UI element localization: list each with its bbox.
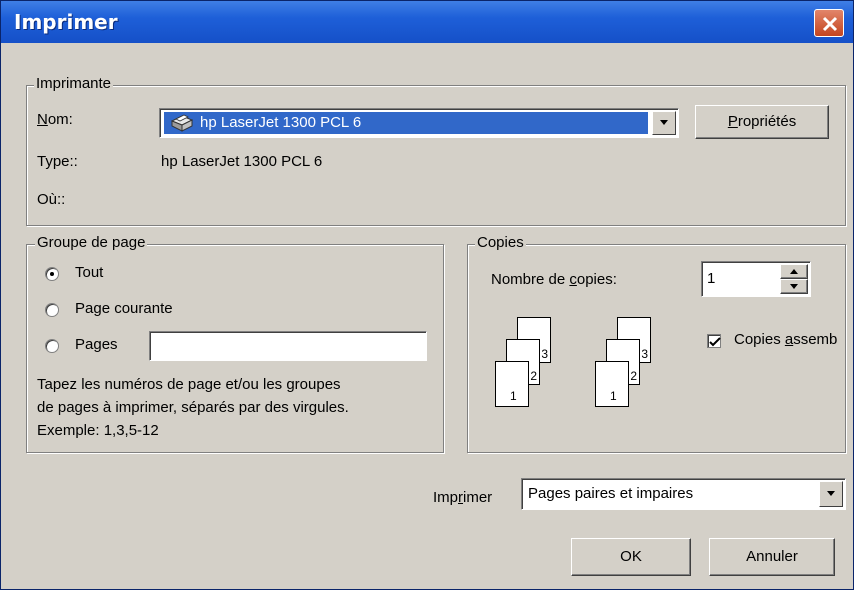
collate-checkbox[interactable] <box>707 334 721 348</box>
page-range-help-3: Exemple: 1,3,5-12 <box>37 422 159 439</box>
copies-count-input[interactable]: 1 <box>701 261 811 297</box>
close-icon <box>822 16 838 32</box>
spin-up-icon <box>790 269 798 274</box>
checkmark-icon <box>709 337 721 347</box>
cancel-button[interactable]: Annuler <box>709 538 835 576</box>
printer-dropdown-button[interactable] <box>652 111 676 135</box>
printer-name-label: Nom: <box>37 111 73 128</box>
copies-spin-up[interactable] <box>780 264 808 279</box>
printer-group-legend: Imprimante <box>34 75 114 92</box>
copies-spin-down[interactable] <box>780 279 808 294</box>
ok-button[interactable]: OK <box>571 538 691 576</box>
print-what-dropdown-button[interactable] <box>819 481 843 507</box>
print-what-value: Pages paires et impaires <box>528 485 694 502</box>
properties-button[interactable]: Propriétés <box>695 105 829 139</box>
copies-count-label: Nombre de copies: <box>491 271 617 288</box>
pages-input[interactable] <box>149 331 427 361</box>
radio-all-label[interactable]: Tout <box>75 264 103 281</box>
radio-current-page[interactable] <box>45 303 59 317</box>
print-what-select[interactable]: Pages paires et impaires <box>521 478 846 510</box>
printer-name-select[interactable]: hp LaserJet 1300 PCL 6 <box>159 108 679 138</box>
title-bar[interactable]: Imprimer <box>1 1 853 43</box>
collate-illustration-collated: 3 2 1 <box>495 317 565 409</box>
copies-count-value: 1 <box>707 270 716 287</box>
printer-icon <box>168 113 194 137</box>
printer-where-label: Où:: <box>37 191 66 208</box>
page-sheet-1: 1 <box>595 361 629 407</box>
page-range-help-1: Tapez les numéros de page et/ou les grou… <box>37 376 341 393</box>
page-sheet-1: 1 <box>495 361 529 407</box>
radio-pages[interactable] <box>45 339 59 353</box>
page-range-help-2: de pages à imprimer, séparés par des vir… <box>37 399 349 416</box>
print-what-label: Imprimer <box>433 489 493 506</box>
window-title: Imprimer <box>14 10 118 34</box>
radio-pages-label[interactable]: Pages <box>75 336 118 353</box>
printer-type-label: Type:: <box>37 153 78 170</box>
spin-down-icon <box>790 284 798 289</box>
printer-type-value: hp LaserJet 1300 PCL 6 <box>161 153 323 170</box>
copies-legend: Copies <box>475 234 526 251</box>
close-button[interactable] <box>814 9 844 37</box>
radio-all[interactable] <box>45 267 59 281</box>
chevron-down-icon <box>827 491 835 496</box>
printer-name-value: hp LaserJet 1300 PCL 6 <box>200 114 362 131</box>
collate-illustration-set2: 3 2 1 <box>595 317 665 409</box>
collate-label[interactable]: Copies assemb <box>734 331 849 348</box>
page-range-legend: Groupe de page <box>35 234 148 251</box>
radio-current-page-label[interactable]: Page courante <box>75 300 173 317</box>
radio-all-dot <box>50 272 54 276</box>
chevron-down-icon <box>660 120 668 125</box>
print-dialog: Imprimer Imprimante Nom: hp LaserJet 130… <box>0 0 854 590</box>
